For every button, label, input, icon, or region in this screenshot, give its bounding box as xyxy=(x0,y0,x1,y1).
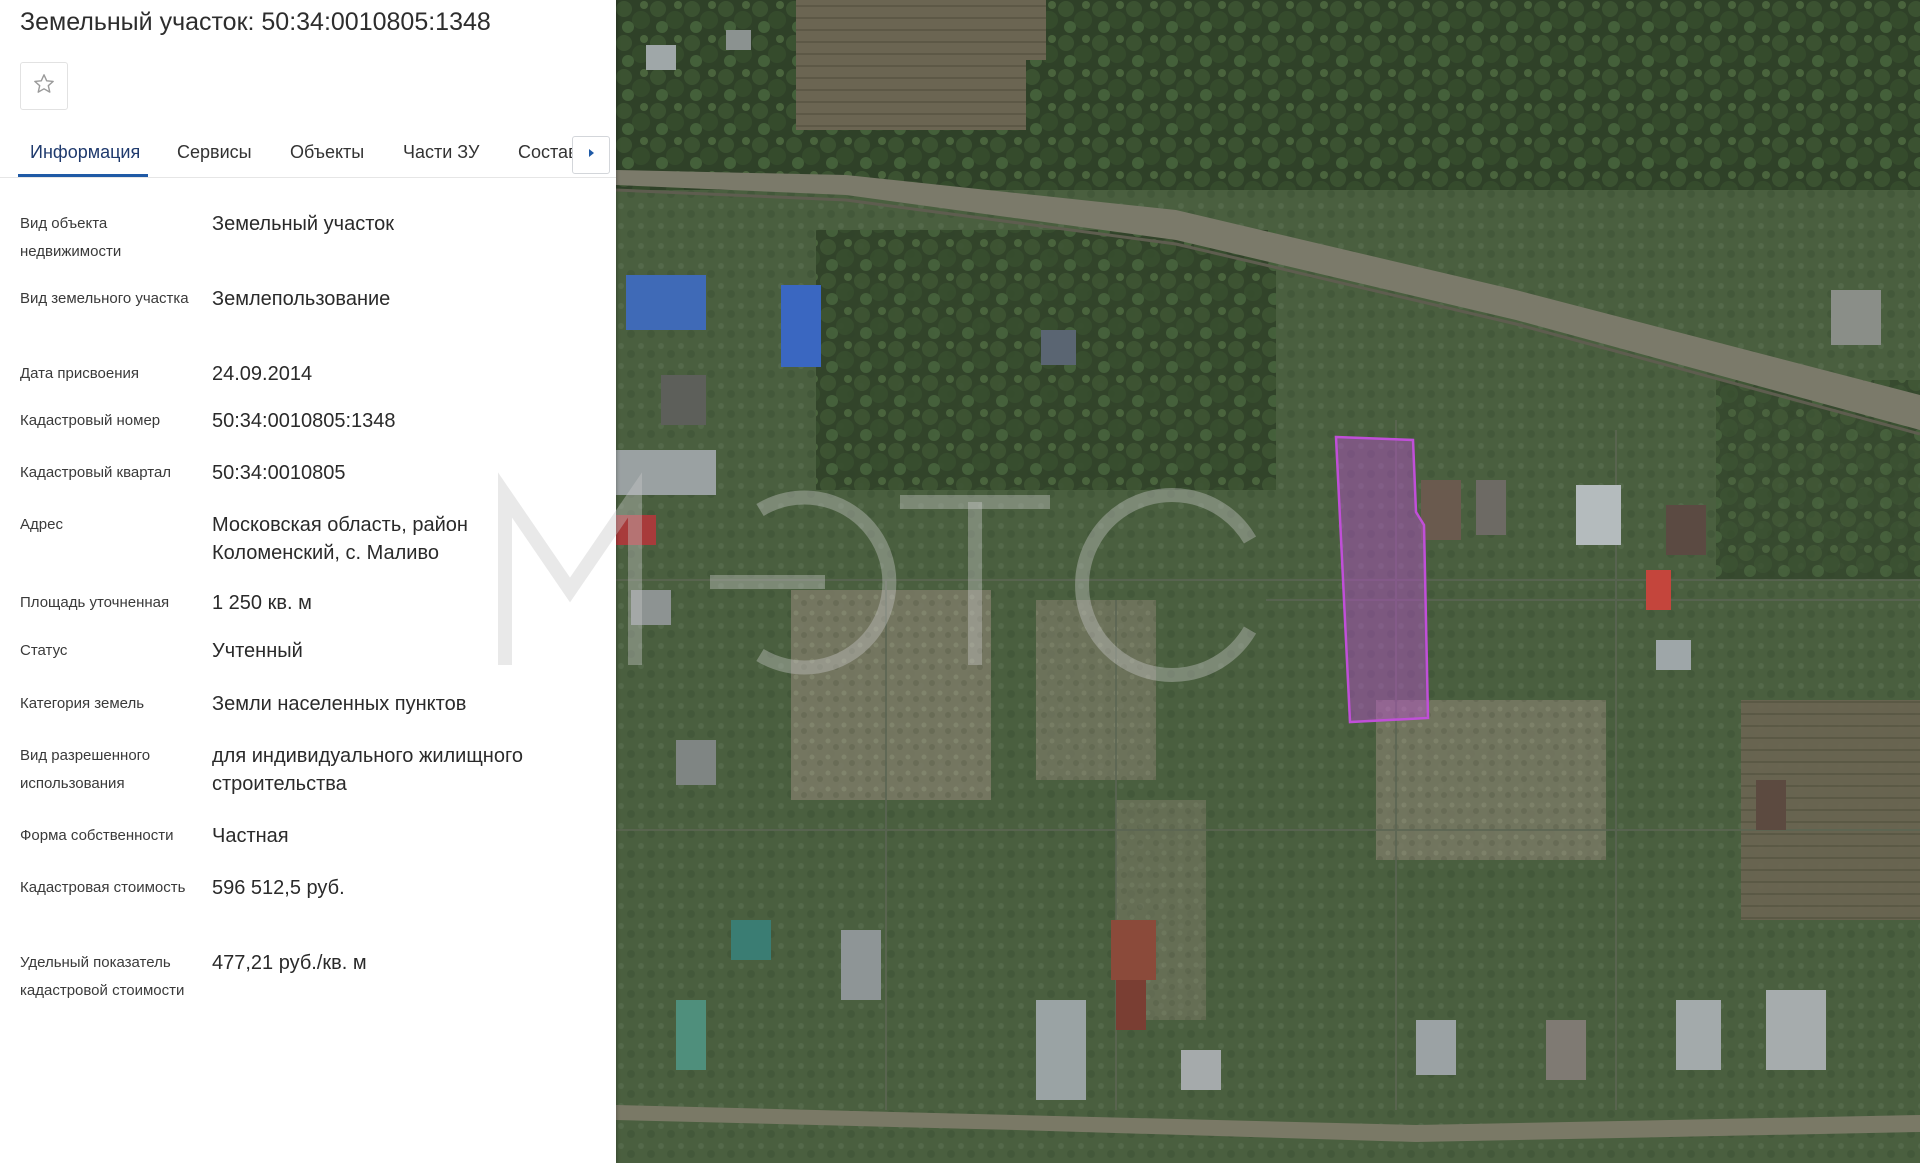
property-label: Площадь уточненная xyxy=(20,594,170,611)
property-label: Кадастровый номер xyxy=(20,412,161,429)
property-label: Вид объекта недвижимости xyxy=(20,215,122,260)
address-value: Московская область, район Коломенский, с… xyxy=(212,514,468,564)
tab-objects[interactable]: Объекты xyxy=(290,142,364,163)
favorite-button[interactable] xyxy=(20,62,68,110)
caret-right-icon xyxy=(586,146,596,164)
info-panel: Земельный участок: 50:34:0010805:1348 Ин… xyxy=(0,0,616,1163)
cadastral-value-value: 596 512,5 руб. xyxy=(212,877,345,899)
property-label: Кадастровая стоимость xyxy=(20,879,186,896)
satellite-map[interactable] xyxy=(616,0,1920,1163)
property-label: Форма собственности xyxy=(20,827,174,844)
property-label: Вид разрешенного использования xyxy=(20,747,151,792)
selected-parcel-outline xyxy=(1334,435,1430,724)
area-value: 1 250 кв. м xyxy=(212,592,312,614)
property-value: 24.09.2014 xyxy=(212,363,313,385)
active-tab-indicator xyxy=(18,174,148,177)
tabs-scroll-right-button[interactable] xyxy=(572,136,610,174)
property-label: Адрес xyxy=(20,516,63,533)
property-value: для индивидуального жилищного строительс… xyxy=(212,745,523,795)
cadastral-number-value: 50:34:0010805:1348 xyxy=(212,410,396,432)
property-label: Кадастровый квартал xyxy=(20,464,172,481)
property-label: Вид земельного участка xyxy=(20,290,189,307)
tab-composition[interactable]: Состав xyxy=(518,142,578,163)
property-label: Категория земель xyxy=(20,695,145,712)
property-value: Земельный участок xyxy=(212,213,395,235)
property-label: Удельный показатель кадастровой стоимост… xyxy=(20,954,185,999)
star-outline-icon xyxy=(32,72,56,101)
property-value: 50:34:0010805 xyxy=(212,462,346,484)
property-label: Статус xyxy=(20,642,68,659)
tab-information[interactable]: Информация xyxy=(30,142,140,163)
page-title: Земельный участок: 50:34:0010805:1348 xyxy=(20,8,491,36)
status-value: Учтенный xyxy=(212,640,303,662)
property-value: Частная xyxy=(212,825,289,847)
satellite-imagery xyxy=(616,0,1920,1163)
property-label: Дата присвоения xyxy=(20,365,139,382)
property-value: Землепользование xyxy=(212,288,391,310)
tab-services[interactable]: Сервисы xyxy=(177,142,252,163)
tab-bar: Информация Сервисы Объекты Части ЗУ Сост… xyxy=(0,130,616,178)
tab-parts[interactable]: Части ЗУ xyxy=(403,142,479,163)
property-value: 477,21 руб./кв. м xyxy=(212,952,367,974)
property-value: Земли населенных пунктов xyxy=(212,693,467,715)
